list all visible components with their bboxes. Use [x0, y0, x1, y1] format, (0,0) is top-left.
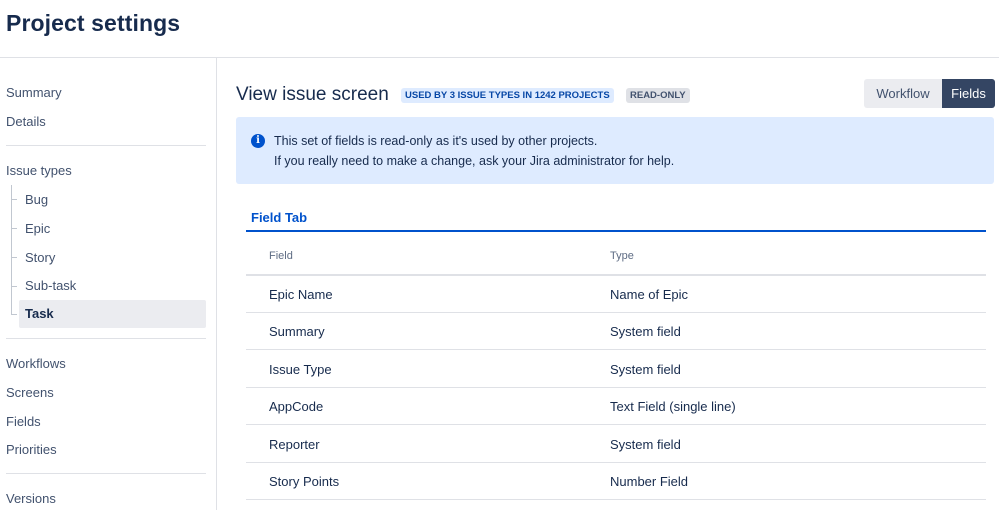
page-title: Project settings: [6, 10, 181, 36]
banner-message-line-2: If you really need to make a change, ask…: [274, 154, 675, 168]
field-type: System field: [610, 437, 681, 452]
view-toggle: Workflow Fields: [217, 79, 999, 108]
column-header-field: Field: [269, 250, 293, 262]
field-type: System field: [610, 324, 681, 339]
info-icon: i: [251, 134, 265, 148]
page-header: Project settings: [0, 0, 999, 58]
table-row: Reporter System field: [246, 426, 986, 463]
field-name: Story Points: [269, 474, 340, 489]
table-row: AppCode Text Field (single line): [246, 388, 986, 425]
sidebar-item-summary[interactable]: Summary: [6, 79, 62, 107]
field-name: Reporter: [269, 437, 320, 452]
column-header-type: Type: [610, 250, 634, 262]
field-name: Issue Type: [269, 362, 332, 377]
read-only-info-banner: i This set of fields is read-only as it'…: [236, 117, 994, 184]
tree-line: [11, 185, 12, 314]
sidebar-item-workflows[interactable]: Workflows: [6, 350, 66, 378]
sidebar-divider: [6, 473, 206, 474]
field-type: System field: [610, 362, 681, 377]
sidebar-item-versions[interactable]: Versions: [6, 485, 56, 510]
sidebar-item-bug[interactable]: Bug: [19, 186, 206, 214]
table-row: Issue Type System field: [246, 351, 986, 388]
field-name: Epic Name: [269, 287, 333, 302]
field-type: Number Field: [610, 474, 689, 489]
sidebar-item-issue-types[interactable]: Issue types: [6, 157, 72, 185]
fields-toggle-button[interactable]: Fields: [942, 79, 995, 108]
field-type: Text Field (single line): [610, 399, 736, 414]
sidebar-item-story[interactable]: Story: [19, 244, 206, 272]
banner-message-line-1: This set of fields is read-only as it's …: [274, 134, 598, 148]
sidebar-divider: [6, 145, 206, 146]
sidebar-item-sub-task[interactable]: Sub-task: [19, 272, 206, 300]
sidebar-item-priorities[interactable]: Priorities: [6, 436, 57, 464]
table-row: Summary System field: [246, 313, 986, 350]
field-type: Name of Epic: [610, 287, 689, 302]
tab-label: Field Tab: [251, 210, 308, 225]
tab-field-tab[interactable]: Field Tab: [246, 205, 986, 232]
sidebar-item-screens[interactable]: Screens: [6, 379, 54, 407]
sidebar-item-task[interactable]: Task: [19, 300, 206, 328]
workflow-toggle-button[interactable]: Workflow: [864, 79, 942, 108]
table-row: Story Points Number Field: [246, 463, 986, 500]
sidebar-divider: [6, 338, 206, 339]
main-content: View issue screen USED BY 3 ISSUE TYPES …: [217, 58, 999, 510]
sidebar: Summary Details Issue types Bug Epic Sto…: [0, 58, 217, 510]
table-row: Epic Name Name of Epic: [246, 276, 986, 313]
field-name: AppCode: [269, 399, 324, 414]
sidebar-item-fields[interactable]: Fields: [6, 408, 41, 436]
sidebar-item-details[interactable]: Details: [6, 108, 46, 136]
sidebar-item-epic[interactable]: Epic: [19, 215, 206, 243]
field-name: Summary: [269, 324, 325, 339]
